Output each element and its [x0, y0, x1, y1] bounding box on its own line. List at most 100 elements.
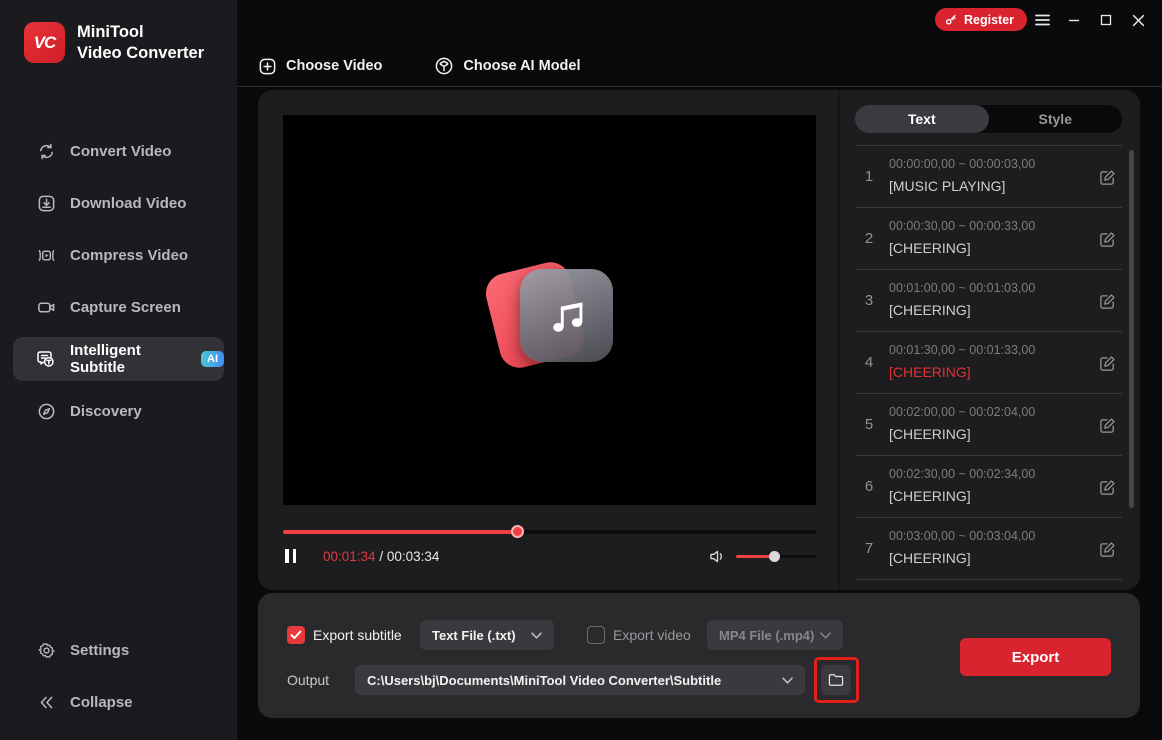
main-panel: 00:01:34 / 00:03:34 Text Style 1 00:00:0…: [258, 90, 1140, 590]
export-button[interactable]: Export: [960, 638, 1111, 676]
subtitle-format-value: Text File (.txt): [432, 627, 516, 643]
sidebar-item-intelligent-subtitle[interactable]: Intelligent Subtitle AI: [13, 337, 224, 381]
subtitle-row[interactable]: 2 00:00:30,00 ~ 00:00:33,00 [CHEERING]: [855, 208, 1122, 270]
choose-video-button[interactable]: Choose Video: [258, 57, 382, 76]
camera-icon: [36, 297, 56, 317]
compass-icon: [36, 401, 56, 421]
tab-style[interactable]: Style: [989, 105, 1123, 133]
chevron-down-icon: [531, 631, 542, 639]
subtitle-tabs: Text Style: [855, 105, 1122, 133]
subtitle-row[interactable]: 6 00:02:30,00 ~ 00:02:34,00 [CHEERING]: [855, 456, 1122, 518]
subtitle-text: [CHEERING]: [889, 240, 971, 256]
sidebar-item-label: Capture Screen: [70, 298, 181, 316]
register-button[interactable]: Register: [935, 8, 1028, 31]
music-note-icon: [520, 269, 613, 362]
content-toolbar: Choose Video Choose AI Model: [258, 48, 1162, 84]
subtitle-row[interactable]: 7 00:03:00,00 ~ 00:03:04,00 [CHEERING]: [855, 518, 1122, 580]
export-subtitle-label: Export subtitle: [313, 627, 402, 643]
time-display: 00:01:34 / 00:03:34: [323, 549, 439, 564]
subtitle-index: 5: [864, 416, 874, 433]
edit-icon[interactable]: [1099, 541, 1116, 558]
seek-thumb[interactable]: [510, 525, 524, 538]
sidebar-item-download-video[interactable]: Download Video: [13, 181, 224, 225]
ai-model-cube-icon: [434, 56, 454, 76]
collapse-icon: [36, 692, 56, 712]
subtitle-timecode: 00:01:30,00 ~ 00:01:33,00: [889, 343, 1036, 357]
subtitle-timecode: 00:01:00,00 ~ 00:01:03,00: [889, 281, 1036, 295]
ai-badge: AI: [201, 351, 224, 367]
subtitle-scrollbar[interactable]: [1129, 150, 1134, 508]
tab-text[interactable]: Text: [855, 105, 989, 133]
pause-button[interactable]: [285, 549, 299, 563]
sidebar-item-label: Discovery: [70, 402, 142, 420]
current-time: 00:01:34: [323, 548, 376, 564]
key-icon: [944, 13, 958, 26]
sidebar-item-capture-screen[interactable]: Capture Screen: [13, 285, 224, 329]
subtitle-row[interactable]: 4 00:01:30,00 ~ 00:01:33,00 [CHEERING]: [855, 332, 1122, 394]
subtitle-timecode: 00:02:30,00 ~ 00:02:34,00: [889, 467, 1036, 481]
app-window: VC MiniTool Video Converter Convert Vide…: [0, 0, 1162, 740]
seek-fill: [283, 530, 518, 534]
gear-icon: [36, 640, 56, 660]
convert-icon: [36, 141, 56, 161]
time-separator: /: [379, 548, 387, 564]
sidebar-item-label: Collapse: [70, 693, 133, 711]
subtitle-row[interactable]: 3 00:01:00,00 ~ 00:01:03,00 [CHEERING]: [855, 270, 1122, 332]
subtitle-list: 1 00:00:00,00 ~ 00:00:03,00 [MUSIC PLAYI…: [855, 146, 1122, 580]
seek-bar[interactable]: [283, 525, 816, 539]
subtitle-row[interactable]: 1 00:00:00,00 ~ 00:00:03,00 [MUSIC PLAYI…: [855, 146, 1122, 208]
app-brand: VC MiniTool Video Converter: [24, 22, 204, 63]
output-path-value: C:\Users\bj\Documents\MiniTool Video Con…: [367, 672, 722, 688]
toolbar-divider: [237, 86, 1162, 87]
menu-button[interactable]: [1031, 10, 1053, 30]
edit-icon[interactable]: [1099, 231, 1116, 248]
choose-ai-model-button[interactable]: Choose AI Model: [434, 56, 581, 76]
sidebar-item-label: Compress Video: [70, 246, 189, 264]
subtitle-index: 6: [864, 478, 874, 495]
sidebar-item-discovery[interactable]: Discovery: [13, 389, 224, 433]
sidebar-collapse-button[interactable]: Collapse: [13, 680, 224, 724]
choose-video-label: Choose Video: [286, 58, 383, 74]
output-path-dropdown[interactable]: C:\Users\bj\Documents\MiniTool Video Con…: [355, 665, 805, 695]
subtitle-text: [CHEERING]: [889, 302, 971, 318]
subtitle-row[interactable]: 5 00:02:00,00 ~ 00:02:04,00 [CHEERING]: [855, 394, 1122, 456]
edit-icon[interactable]: [1099, 293, 1116, 310]
choose-ai-model-label: Choose AI Model: [463, 58, 581, 74]
sidebar-item-settings[interactable]: Settings: [13, 628, 224, 672]
subtitle-text: [CHEERING]: [889, 364, 971, 380]
volume-controls: [709, 549, 816, 564]
subtitle-index: 7: [864, 540, 874, 557]
download-icon: [36, 193, 56, 213]
minimize-button[interactable]: [1063, 10, 1085, 30]
volume-slider[interactable]: [736, 550, 816, 562]
sidebar-item-label: Download Video: [70, 194, 187, 212]
chevron-down-icon: [820, 631, 831, 639]
export-video-checkbox[interactable]: [587, 626, 605, 644]
speaker-icon[interactable]: [709, 549, 726, 564]
export-video-label: Export video: [613, 627, 691, 643]
total-time: 00:03:34: [386, 548, 440, 564]
export-subtitle-checkbox[interactable]: [287, 626, 305, 644]
edit-icon[interactable]: [1099, 417, 1116, 434]
sidebar-item-convert-video[interactable]: Convert Video: [13, 129, 224, 173]
subtitle-index: 4: [864, 354, 874, 371]
browse-folder-button[interactable]: [821, 665, 851, 695]
video-preview[interactable]: [283, 115, 816, 505]
sidebar-item-label: Intelligent Subtitle: [70, 342, 141, 376]
register-label: Register: [964, 12, 1015, 27]
subtitle-text: [CHEERING]: [889, 550, 971, 566]
maximize-button[interactable]: [1095, 10, 1117, 30]
subtitle-text: [MUSIC PLAYING]: [889, 178, 1006, 194]
edit-icon[interactable]: [1099, 169, 1116, 186]
sidebar-item-compress-video[interactable]: Compress Video: [13, 233, 224, 277]
player-controls: 00:01:34 / 00:03:34: [283, 542, 816, 570]
add-icon: [258, 57, 277, 76]
edit-icon[interactable]: [1099, 479, 1116, 496]
app-title: MiniTool Video Converter: [77, 23, 205, 62]
edit-icon[interactable]: [1099, 355, 1116, 372]
volume-thumb[interactable]: [769, 551, 781, 562]
close-button[interactable]: [1127, 10, 1149, 30]
video-format-dropdown[interactable]: MP4 File (.mp4): [707, 620, 843, 650]
compress-icon: [36, 245, 56, 265]
subtitle-format-dropdown[interactable]: Text File (.txt): [420, 620, 554, 650]
